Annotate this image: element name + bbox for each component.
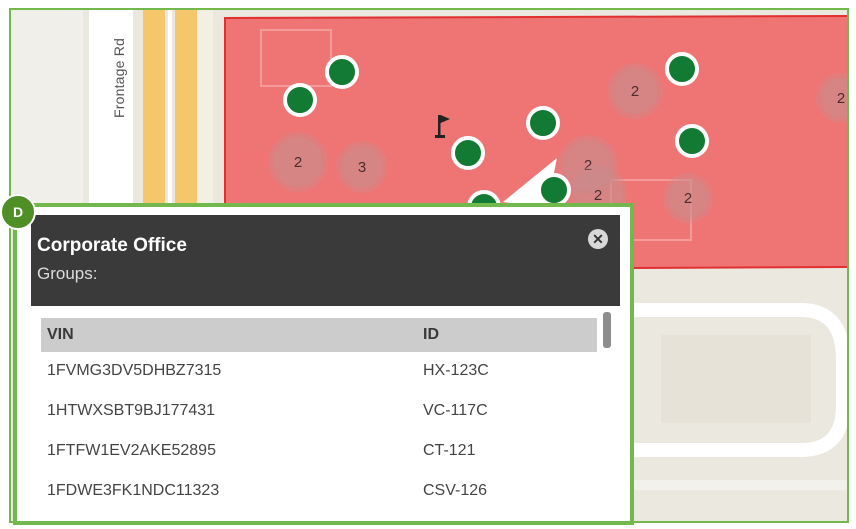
scrollbar[interactable] [602,312,612,508]
cluster-count: 3 [357,158,367,176]
vin-cell: 1FVMG3DV5DHBZ7315 [47,362,222,379]
cluster-count: 2 [683,189,693,207]
cluster-marker[interactable]: 3 [341,146,383,188]
popup-title: Corporate Office [37,235,187,256]
column-header-vin[interactable]: VIN [47,326,74,344]
cluster-count: 2 [593,186,603,204]
vehicle-table: VIN ID 1FVMG3DV5DHBZ7315 HX-123C 1HTWXSB… [31,306,620,514]
vin-cell: 1FDWE3FK1NDC11323 [47,482,220,499]
vin-cell: 1HTWXSBT9BJ177431 [47,402,216,419]
road-label: Frontage Rd [111,37,128,119]
cluster-marker[interactable]: 2 [668,178,708,218]
location-popup: Corporate Office Groups: ✕ VIN ID 1FVMG3… [13,203,634,525]
vehicle-marker[interactable] [325,55,359,89]
cluster-count: 2 [836,89,846,107]
cluster-count: 2 [630,82,640,100]
table-header: VIN ID [41,318,597,352]
popup-header: Corporate Office Groups: ✕ [31,215,620,306]
vin-cell: 1FTFW1EV2AKE52895 [47,442,216,459]
id-cell: CSV-126 [423,482,488,499]
vehicle-marker[interactable] [665,52,699,86]
scrollbar-thumb[interactable] [603,312,611,348]
vehicle-marker[interactable] [675,124,709,158]
table-row[interactable]: 1FDWE3FK1NDC11323 CSV-126 [41,474,597,512]
cluster-marker[interactable]: 2 [612,68,658,114]
table-row[interactable]: 1FVMG3DV5DHBZ7315 HX-123C [41,354,597,392]
table-row[interactable]: 1HTWXSBT9BJ177431 VC-117C [41,394,597,432]
vehicle-marker[interactable] [283,83,317,117]
vehicle-marker[interactable] [537,173,571,207]
id-cell: VC-117C [423,402,488,419]
vehicle-marker[interactable] [526,106,560,140]
id-cell: CT-121 [423,442,476,459]
id-cell: HX-123C [423,362,489,379]
vehicle-marker[interactable] [451,136,485,170]
cluster-count: 2 [293,153,303,171]
groups-label: Groups: [37,264,98,283]
cluster-marker[interactable]: 2 [273,137,323,187]
close-icon[interactable]: ✕ [588,229,608,249]
annotation-badge: D [0,194,36,230]
table-row[interactable]: 1FTFW1EV2AKE52895 CT-121 [41,434,597,472]
column-header-id[interactable]: ID [423,326,439,344]
